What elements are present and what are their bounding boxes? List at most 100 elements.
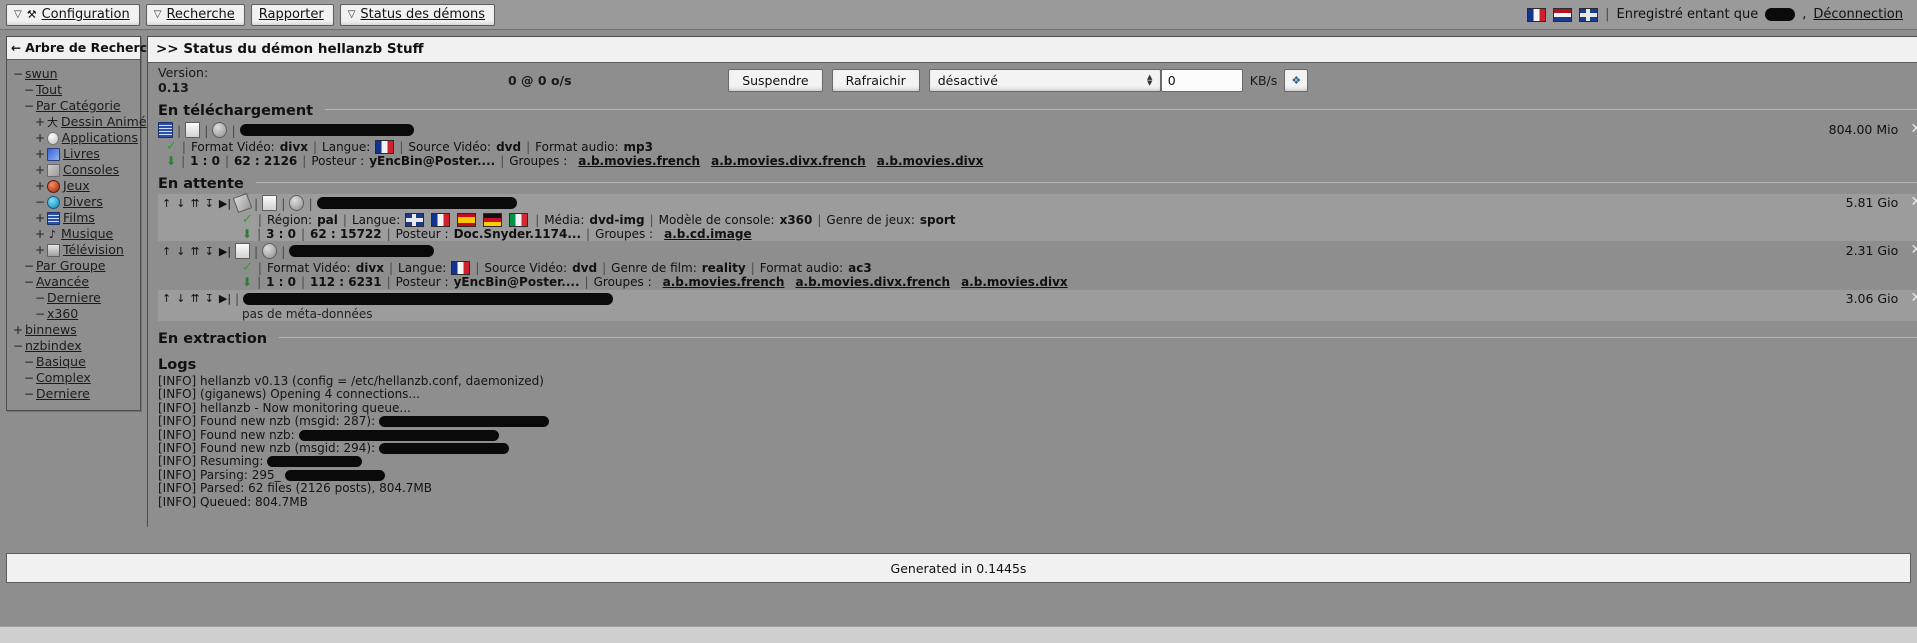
collapse-icon[interactable]: − — [35, 194, 45, 210]
menu-tab-configuration[interactable]: ▽ ⚒ Configuration — [6, 3, 140, 26]
expand-icon[interactable]: + — [35, 146, 45, 162]
menu-tab-status-des-d-mons[interactable]: ▽ Status des démons — [339, 3, 495, 26]
tree-item-avanc-e[interactable]: − Avancée — [9, 274, 138, 290]
tree-item-derniere[interactable]: − Derniere — [9, 386, 138, 402]
tree-item-livres[interactable]: + Livres — [9, 146, 138, 162]
group-link[interactable]: a.b.cd.image — [664, 227, 752, 241]
doc-icon[interactable] — [235, 243, 251, 259]
move-next-icon[interactable]: ▶| — [219, 197, 231, 210]
expand-icon[interactable]: + — [35, 178, 45, 194]
collapse-icon[interactable]: − — [35, 306, 45, 322]
tree-item-swun[interactable]: − swun — [9, 66, 138, 82]
remove-item-icon[interactable]: ✕ — [1911, 194, 1917, 210]
remove-item-icon[interactable]: ✕ — [1911, 121, 1917, 137]
collapse-icon[interactable]: − — [24, 98, 34, 114]
language-flag-nl-icon[interactable] — [1553, 7, 1573, 22]
group-link[interactable]: a.b.movies.divx.french — [711, 154, 866, 168]
move-bottom-icon[interactable]: ↧ — [205, 245, 214, 258]
doc-icon[interactable] — [262, 195, 278, 211]
expand-icon[interactable]: + — [35, 162, 45, 178]
collapse-icon[interactable]: − — [24, 386, 34, 402]
group-link[interactable]: a.b.movies.french — [578, 154, 700, 168]
refresh-button[interactable]: Rafraichir — [831, 68, 920, 92]
speed-limit-input[interactable] — [1160, 68, 1243, 92]
tree-item-t-l-vision[interactable]: + Télévision — [9, 242, 138, 258]
move-down-icon[interactable]: ↓ — [176, 197, 185, 210]
tree-item-jeux[interactable]: + Jeux — [9, 178, 138, 194]
tree-item-dessin-anim-[interactable]: + 大 Dessin Animé — [9, 114, 147, 130]
globe-icon[interactable] — [289, 195, 305, 211]
item-name-redacted[interactable] — [239, 124, 414, 136]
mode-select[interactable]: désactivé ▲ ▼ — [928, 68, 1161, 92]
move-top-icon[interactable]: ⇈ — [190, 245, 199, 258]
meta-value: dvd-img — [589, 212, 645, 227]
move-up-icon[interactable]: ↑ — [162, 292, 171, 305]
move-top-icon[interactable]: ⇈ — [190, 292, 199, 305]
spinner-arrows-icon[interactable]: ▲ ▼ — [1144, 72, 1156, 89]
expand-icon[interactable]: + — [35, 130, 45, 146]
horizontal-scrollbar[interactable] — [0, 626, 1917, 643]
username-redacted — [1765, 8, 1796, 21]
tree-item-applications[interactable]: + Applications — [9, 130, 138, 146]
collapse-icon[interactable]: − — [24, 370, 34, 386]
collapse-icon[interactable]: − — [24, 354, 34, 370]
collapse-icon[interactable]: − — [24, 82, 34, 98]
logout-link[interactable]: Déconnection — [1813, 7, 1903, 22]
tree-item-complex[interactable]: − Complex — [9, 370, 138, 386]
group-link[interactable]: a.b.movies.divx.french — [795, 275, 950, 289]
tree-item-nzbindex[interactable]: − nzbindex — [9, 338, 138, 354]
tree-item-divers[interactable]: − Divers — [9, 194, 138, 210]
remove-item-icon[interactable]: ✕ — [1911, 242, 1917, 258]
group-link[interactable]: a.b.movies.french — [663, 275, 785, 289]
tree-item-basique[interactable]: − Basique — [9, 354, 138, 370]
back-arrow-icon[interactable]: ← — [11, 41, 21, 55]
tree-item-par-cat-gorie[interactable]: − Par Catégorie — [9, 98, 138, 114]
globe-icon[interactable] — [262, 243, 278, 259]
collapse-icon[interactable]: − — [13, 66, 23, 82]
move-bottom-icon[interactable]: ↧ — [205, 197, 214, 210]
tree-item-tout[interactable]: − Tout — [9, 82, 138, 98]
tree-item-x360[interactable]: − x360 — [9, 306, 138, 322]
expand-icon[interactable]: + — [35, 210, 45, 226]
group-link[interactable]: a.b.movies.divx — [961, 275, 1068, 289]
group-link[interactable]: a.b.movies.divx — [877, 154, 984, 168]
film-icon[interactable] — [158, 122, 173, 138]
collapse-icon[interactable]: − — [13, 338, 23, 354]
apply-speed-icon[interactable]: ❖ — [1284, 68, 1309, 92]
move-top-icon[interactable]: ⇈ — [190, 197, 199, 210]
expand-icon[interactable]: + — [13, 322, 23, 338]
collapse-icon[interactable]: − — [35, 290, 45, 306]
collapse-icon[interactable]: − — [24, 274, 34, 290]
tree-item-par-groupe[interactable]: − Par Groupe — [9, 258, 138, 274]
menu-tab-rapporter[interactable]: Rapporter — [250, 3, 334, 26]
tree-item-consoles[interactable]: + Consoles — [9, 162, 138, 178]
language-flag-uk-icon[interactable] — [1579, 7, 1599, 22]
item-name-redacted[interactable] — [289, 245, 435, 257]
tree-item-films[interactable]: + Films — [9, 210, 138, 226]
item-name-redacted[interactable] — [316, 197, 517, 209]
expand-icon[interactable]: + — [35, 226, 45, 242]
tree-item-derniere[interactable]: − Derniere — [9, 290, 138, 306]
move-down-icon[interactable]: ↓ — [176, 245, 185, 258]
move-next-icon[interactable]: ▶| — [219, 292, 231, 305]
icon-separator: | — [254, 195, 259, 211]
item-name-redacted[interactable] — [243, 292, 614, 305]
menu-tab-recherche[interactable]: ▽ Recherche — [145, 3, 245, 26]
remove-item-icon[interactable]: ✕ — [1911, 290, 1917, 306]
move-bottom-icon[interactable]: ↧ — [205, 292, 214, 305]
title-rule — [325, 108, 1917, 110]
suspend-button[interactable]: Suspendre — [728, 68, 823, 92]
collapse-icon[interactable]: − — [24, 258, 34, 274]
move-up-icon[interactable]: ↑ — [162, 197, 171, 210]
expand-icon[interactable]: + — [35, 114, 45, 130]
language-flag-fr-icon[interactable] — [1527, 7, 1547, 22]
doc-icon[interactable] — [185, 122, 201, 138]
expand-icon[interactable]: + — [35, 242, 45, 258]
move-up-icon[interactable]: ↑ — [162, 245, 171, 258]
move-next-icon[interactable]: ▶| — [219, 245, 231, 258]
tree-item-musique[interactable]: + ♪ Musique — [9, 226, 138, 242]
globe-icon[interactable] — [212, 122, 228, 138]
tree-item-binnews[interactable]: + binnews — [9, 322, 138, 338]
move-down-icon[interactable]: ↓ — [176, 292, 185, 305]
tag-icon[interactable] — [232, 192, 253, 214]
